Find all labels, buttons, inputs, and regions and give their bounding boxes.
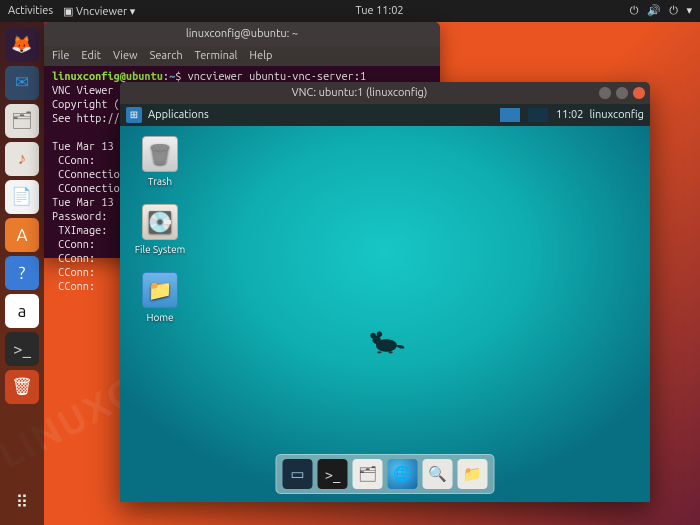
show-applications-button[interactable]: ⠿	[16, 493, 28, 513]
amazon-icon[interactable]: a	[5, 294, 39, 328]
firefox-icon[interactable]: 🦊	[5, 28, 39, 62]
power-icon: ⏻	[669, 5, 678, 18]
libreoffice-icon[interactable]: 📄	[5, 180, 39, 214]
xfce-mouse-logo	[363, 330, 407, 358]
xfce-desktop[interactable]: 🗑 Trash 💽 File System 📁 Home ▭ >_ 🗂 🌐 🔍 …	[120, 126, 650, 502]
desktop-filesystem[interactable]: 💽 File System	[134, 204, 186, 255]
thunderbird-icon[interactable]: ✉	[5, 66, 39, 100]
software-icon[interactable]: A	[5, 218, 39, 252]
minimize-button[interactable]	[599, 87, 611, 99]
maximize-button[interactable]	[616, 87, 628, 99]
dock-terminal-icon[interactable]: >_	[318, 459, 348, 489]
menu-help[interactable]: Help	[249, 50, 272, 62]
dock-web-icon[interactable]: 🌐	[388, 459, 418, 489]
files-icon[interactable]: 🗂	[5, 104, 39, 138]
workspace-2[interactable]	[528, 108, 548, 122]
panel-clock[interactable]: 11:02	[556, 109, 584, 121]
gnome-topbar: Activities ▣ Vncviewer ▾ Tue 11:02 ⏻ 🔊 ⏻…	[0, 0, 700, 22]
show-desktop-icon[interactable]: ▭	[283, 459, 313, 489]
panel-user[interactable]: linuxconfig	[589, 109, 644, 121]
workspace-1[interactable]	[500, 108, 520, 122]
desktop-home-label: Home	[134, 312, 186, 323]
sound-icon: 🔊	[647, 4, 661, 17]
desktop-trash[interactable]: 🗑 Trash	[134, 136, 186, 187]
menu-edit[interactable]: Edit	[81, 50, 101, 62]
activities-button[interactable]: Activities	[8, 5, 53, 17]
menu-view[interactable]: View	[113, 50, 138, 62]
terminal-menubar: File Edit View Search Terminal Help	[44, 46, 440, 66]
desktop-trash-label: Trash	[134, 176, 186, 187]
vnc-title-text: VNC: ubuntu:1 (linuxconfig)	[120, 87, 599, 99]
clock[interactable]: Tue 11:02	[355, 5, 403, 17]
trash-icon: 🗑	[142, 136, 178, 172]
desktop-home[interactable]: 📁 Home	[134, 272, 186, 323]
applications-menu-label[interactable]: Applications	[148, 109, 209, 121]
network-icon: ⏻	[630, 5, 639, 18]
home-folder-icon: 📁	[142, 272, 178, 308]
help-icon[interactable]: ?	[5, 256, 39, 290]
menu-file[interactable]: File	[52, 50, 69, 62]
dock-trash-icon[interactable]: 🗑	[5, 370, 39, 404]
vnc-window[interactable]: VNC: ubuntu:1 (linuxconfig) ⊞ Applicatio…	[120, 82, 650, 502]
xfce-panel: ⊞ Applications 11:02 linuxconfig	[120, 104, 650, 126]
ubuntu-dock: 🦊 ✉ 🗂 ♪ 📄 A ? a >_ 🗑 ⠿	[0, 22, 44, 525]
filesystem-icon: 💽	[142, 204, 178, 240]
vnc-titlebar[interactable]: VNC: ubuntu:1 (linuxconfig)	[120, 82, 650, 104]
dock-folder-icon[interactable]: 📁	[458, 459, 488, 489]
terminal-title: linuxconfig@ubuntu: ~	[186, 28, 298, 40]
menu-terminal[interactable]: Terminal	[195, 50, 238, 62]
desktop-filesystem-label: File System	[134, 244, 186, 255]
caret-down-icon: ▾	[686, 4, 692, 17]
xfce-bottom-dock: ▭ >_ 🗂 🌐 🔍 📁	[276, 454, 495, 494]
dock-files-icon[interactable]: 🗂	[353, 459, 383, 489]
terminal-icon[interactable]: >_	[5, 332, 39, 366]
applications-menu-icon[interactable]: ⊞	[126, 107, 142, 123]
menu-search[interactable]: Search	[150, 50, 183, 62]
rhythmbox-icon[interactable]: ♪	[5, 142, 39, 176]
dock-search-icon[interactable]: 🔍	[423, 459, 453, 489]
system-status-area[interactable]: ⏻ 🔊 ⏻ ▾	[624, 4, 692, 18]
active-app-name: Vncviewer	[76, 6, 127, 18]
terminal-titlebar[interactable]: linuxconfig@ubuntu: ~	[44, 22, 440, 46]
active-app-label[interactable]: ▣ Vncviewer ▾	[63, 5, 135, 18]
close-button[interactable]	[633, 87, 645, 99]
